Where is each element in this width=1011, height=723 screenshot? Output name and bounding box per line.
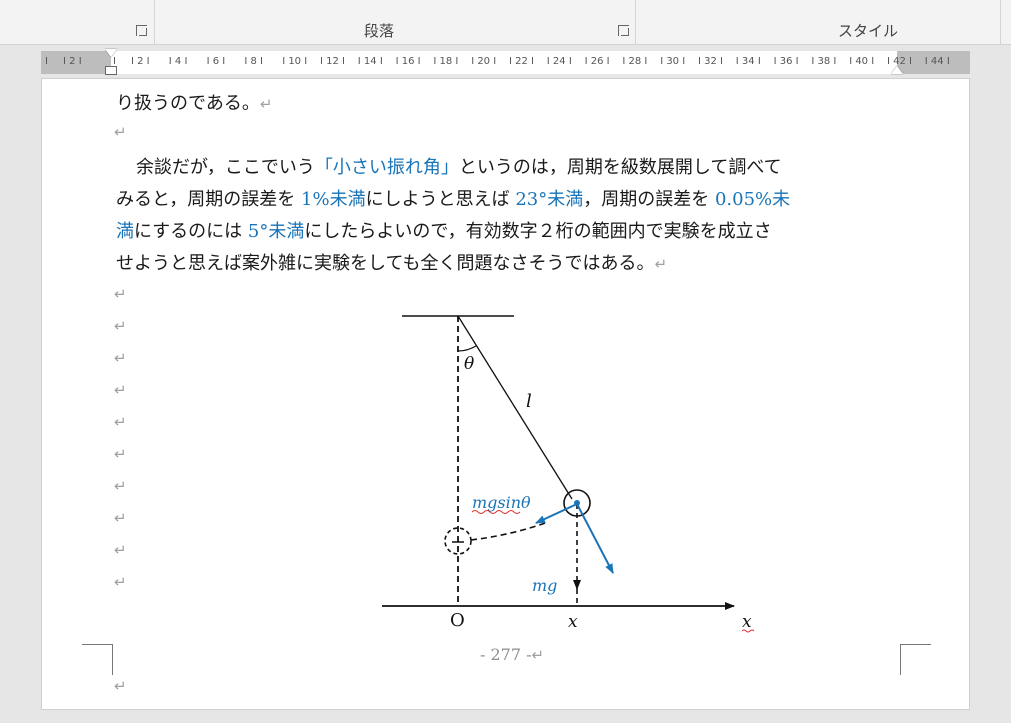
ruler-tick-label: I 4 I <box>168 56 188 67</box>
origin-label: O <box>450 610 465 631</box>
paragraph-dialog-launcher-icon[interactable] <box>618 25 629 36</box>
ruler-tick-label: I 8 I <box>244 56 264 67</box>
ruler-tick-label: I 6 I <box>206 56 226 67</box>
crop-mark <box>82 644 113 675</box>
page-number: - 277 -↵ <box>480 645 545 664</box>
ruler-tick-label: I 14 I <box>357 56 383 67</box>
ruler-tick-label: I 20 I <box>471 56 497 67</box>
ruler-tick-label: I 2 I <box>131 56 150 67</box>
trajectory-arc <box>470 521 549 541</box>
paragraph-mark: ↵ <box>114 477 127 495</box>
ruler-tick-label: I 2 I <box>63 56 82 67</box>
ruler-tick-label: I 16 I <box>395 56 421 67</box>
angle-arc <box>457 345 477 352</box>
x-position-label: x <box>568 612 578 632</box>
component-arrow <box>576 503 614 574</box>
ruler-tick-label: I 12 I <box>320 56 345 67</box>
text-line: せようと思えば案外雑に実験をしても全く問題なさそうではある。↵ <box>116 253 668 274</box>
ruler-tick-label: I 38 I <box>811 56 837 67</box>
document-page[interactable]: り扱うのである。↵ ↵ 余談だが，ここでいう「小さい振れ角」というのは，周期を級… <box>41 78 970 710</box>
ribbon-separator <box>154 0 155 44</box>
paragraph-mark: ↵ <box>114 349 127 367</box>
ruler-tick-label: I 40 I <box>849 56 875 67</box>
paragraph-mark: ↵ <box>114 123 127 141</box>
first-line-indent-marker[interactable] <box>105 49 117 57</box>
ruler-tick-label: I 28 I <box>622 56 648 67</box>
right-indent-marker[interactable] <box>891 66 903 74</box>
x-axis-label: x <box>742 612 752 632</box>
ruler-tick-label: I 22 I <box>509 56 534 67</box>
paragraph-mark: ↵ <box>114 509 127 527</box>
ruler-tick-label: I 44 I <box>924 56 950 67</box>
paragraph-mark: ↵ <box>114 445 127 463</box>
pendulum-diagram: θ l mgsinθ mg O x x <box>382 315 755 633</box>
ruler-tick-label: I 32 I <box>698 56 723 67</box>
pendulum-string <box>457 315 573 500</box>
crop-mark <box>900 644 931 675</box>
weight-label: mg <box>532 576 557 595</box>
ribbon-separator <box>1000 0 1001 44</box>
ruler-tick-label: I 10 I <box>282 56 308 67</box>
paragraph-mark: ↵ <box>114 677 127 695</box>
ruler-tick-label: I 30 I <box>660 56 686 67</box>
paragraph-mark: ↵ <box>654 255 668 273</box>
ruler-tick-label: I 34 I <box>735 56 761 67</box>
tangential-force-label: mgsinθ <box>472 493 531 512</box>
ruler-tick-label: I 26 I <box>584 56 610 67</box>
paragraph-mark: ↵ <box>259 95 273 113</box>
paragraph-mark: ↵ <box>114 573 127 591</box>
paragraph-mark: ↵ <box>114 381 127 399</box>
pendulum-figure: θ l mgsinθ mg O x x <box>372 303 792 643</box>
ruler-tick-mark: I <box>45 56 48 67</box>
paragraph-mark: ↵ <box>114 413 127 431</box>
text-line: り扱うのである。↵ <box>116 93 273 114</box>
length-label: l <box>526 391 532 412</box>
paragraph-mark: ↵ <box>114 317 127 335</box>
ruler-tick-label: I 24 I <box>546 56 572 67</box>
paragraph-group-label: 段落 <box>364 22 395 40</box>
text-line: 満にするのには 5°未満にしたらよいので，有効数字２桁の範囲内で実験を成立さ <box>116 221 772 242</box>
left-indent-marker[interactable] <box>105 66 117 75</box>
horizontal-ruler[interactable]: I I 2 I I I 2 II 4 II 6 II 8 II 10 II 12… <box>41 49 970 75</box>
paragraph-mark: ↵ <box>114 285 127 303</box>
theta-label: θ <box>464 354 474 374</box>
ruler-tick-label: I 36 I <box>773 56 799 67</box>
ribbon: 段落 スタイル <box>0 0 1011 45</box>
text-line: 余談だが，ここでいう「小さい振れ角」というのは，周期を級数展開して調べて <box>136 157 782 178</box>
paragraph-mark: ↵ <box>114 541 127 559</box>
text-line: みると，周期の誤差を 1%未満にしようと思えば 23°未満，周期の誤差を 0.0… <box>116 189 791 210</box>
styles-group-label: スタイル <box>838 22 899 40</box>
ribbon-separator <box>635 0 636 44</box>
tangential-force-arrow <box>535 503 578 524</box>
ruler-tick-label: I 18 I <box>433 56 459 67</box>
dialog-launcher-icon[interactable] <box>136 25 147 36</box>
